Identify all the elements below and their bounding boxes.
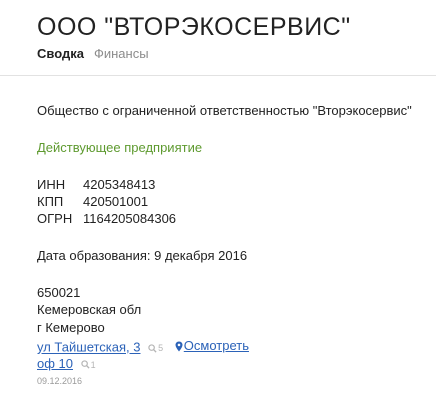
status-label: Действующее предприятие: [37, 140, 203, 155]
view-on-map-button[interactable]: Осмотреть: [175, 338, 249, 354]
street-count-value: 5: [158, 343, 164, 354]
street-link[interactable]: ул Тайшетская, 3: [37, 340, 141, 355]
office-count-value: 1: [90, 359, 96, 370]
map-pin-icon: [175, 341, 183, 351]
founded-date: Дата образования: 9 декабря 2016: [37, 248, 248, 263]
header-divider: [0, 75, 436, 76]
requisite-label: ИНН: [37, 177, 66, 192]
requisite-label: ОГРН: [37, 211, 73, 226]
tab-summary[interactable]: Сводка: [37, 46, 84, 62]
address-postcode: 650021: [37, 285, 81, 300]
tab-bar: Сводка Финансы: [37, 46, 149, 62]
address-street-row: ул Тайшетская, 3 5 Осмотреть: [37, 338, 249, 356]
address-office-row: оф 10 1: [37, 356, 96, 373]
requisite-value: 1164205084306: [83, 211, 177, 226]
address-city: г Кемерово: [37, 320, 105, 335]
tab-finance[interactable]: Финансы: [94, 46, 149, 62]
requisite-value: 4205348413: [83, 177, 156, 192]
view-label[interactable]: Осмотреть: [184, 338, 249, 354]
search-icon: [148, 343, 157, 353]
requisite-row-kpp: КПП 420501001: [37, 194, 148, 210]
street-count: 5: [148, 340, 163, 356]
company-full-name: Общество с ограниченной ответственностью…: [37, 103, 412, 118]
office-count: 1: [80, 357, 96, 373]
address-updated-date: 09.12.2016: [37, 376, 83, 386]
requisite-value: 420501001: [83, 194, 149, 209]
requisite-label: КПП: [37, 194, 64, 209]
office-link[interactable]: оф 10: [37, 356, 73, 371]
search-icon: [80, 360, 90, 369]
requisite-row-inn: ИНН 4205348413: [37, 177, 155, 193]
requisite-row-ogrn: ОГРН 1164205084306: [37, 211, 176, 227]
page-title: ООО "ВТОРЭКОСЕРВИС": [37, 13, 351, 41]
address-region: Кемеровская обл: [37, 302, 142, 317]
